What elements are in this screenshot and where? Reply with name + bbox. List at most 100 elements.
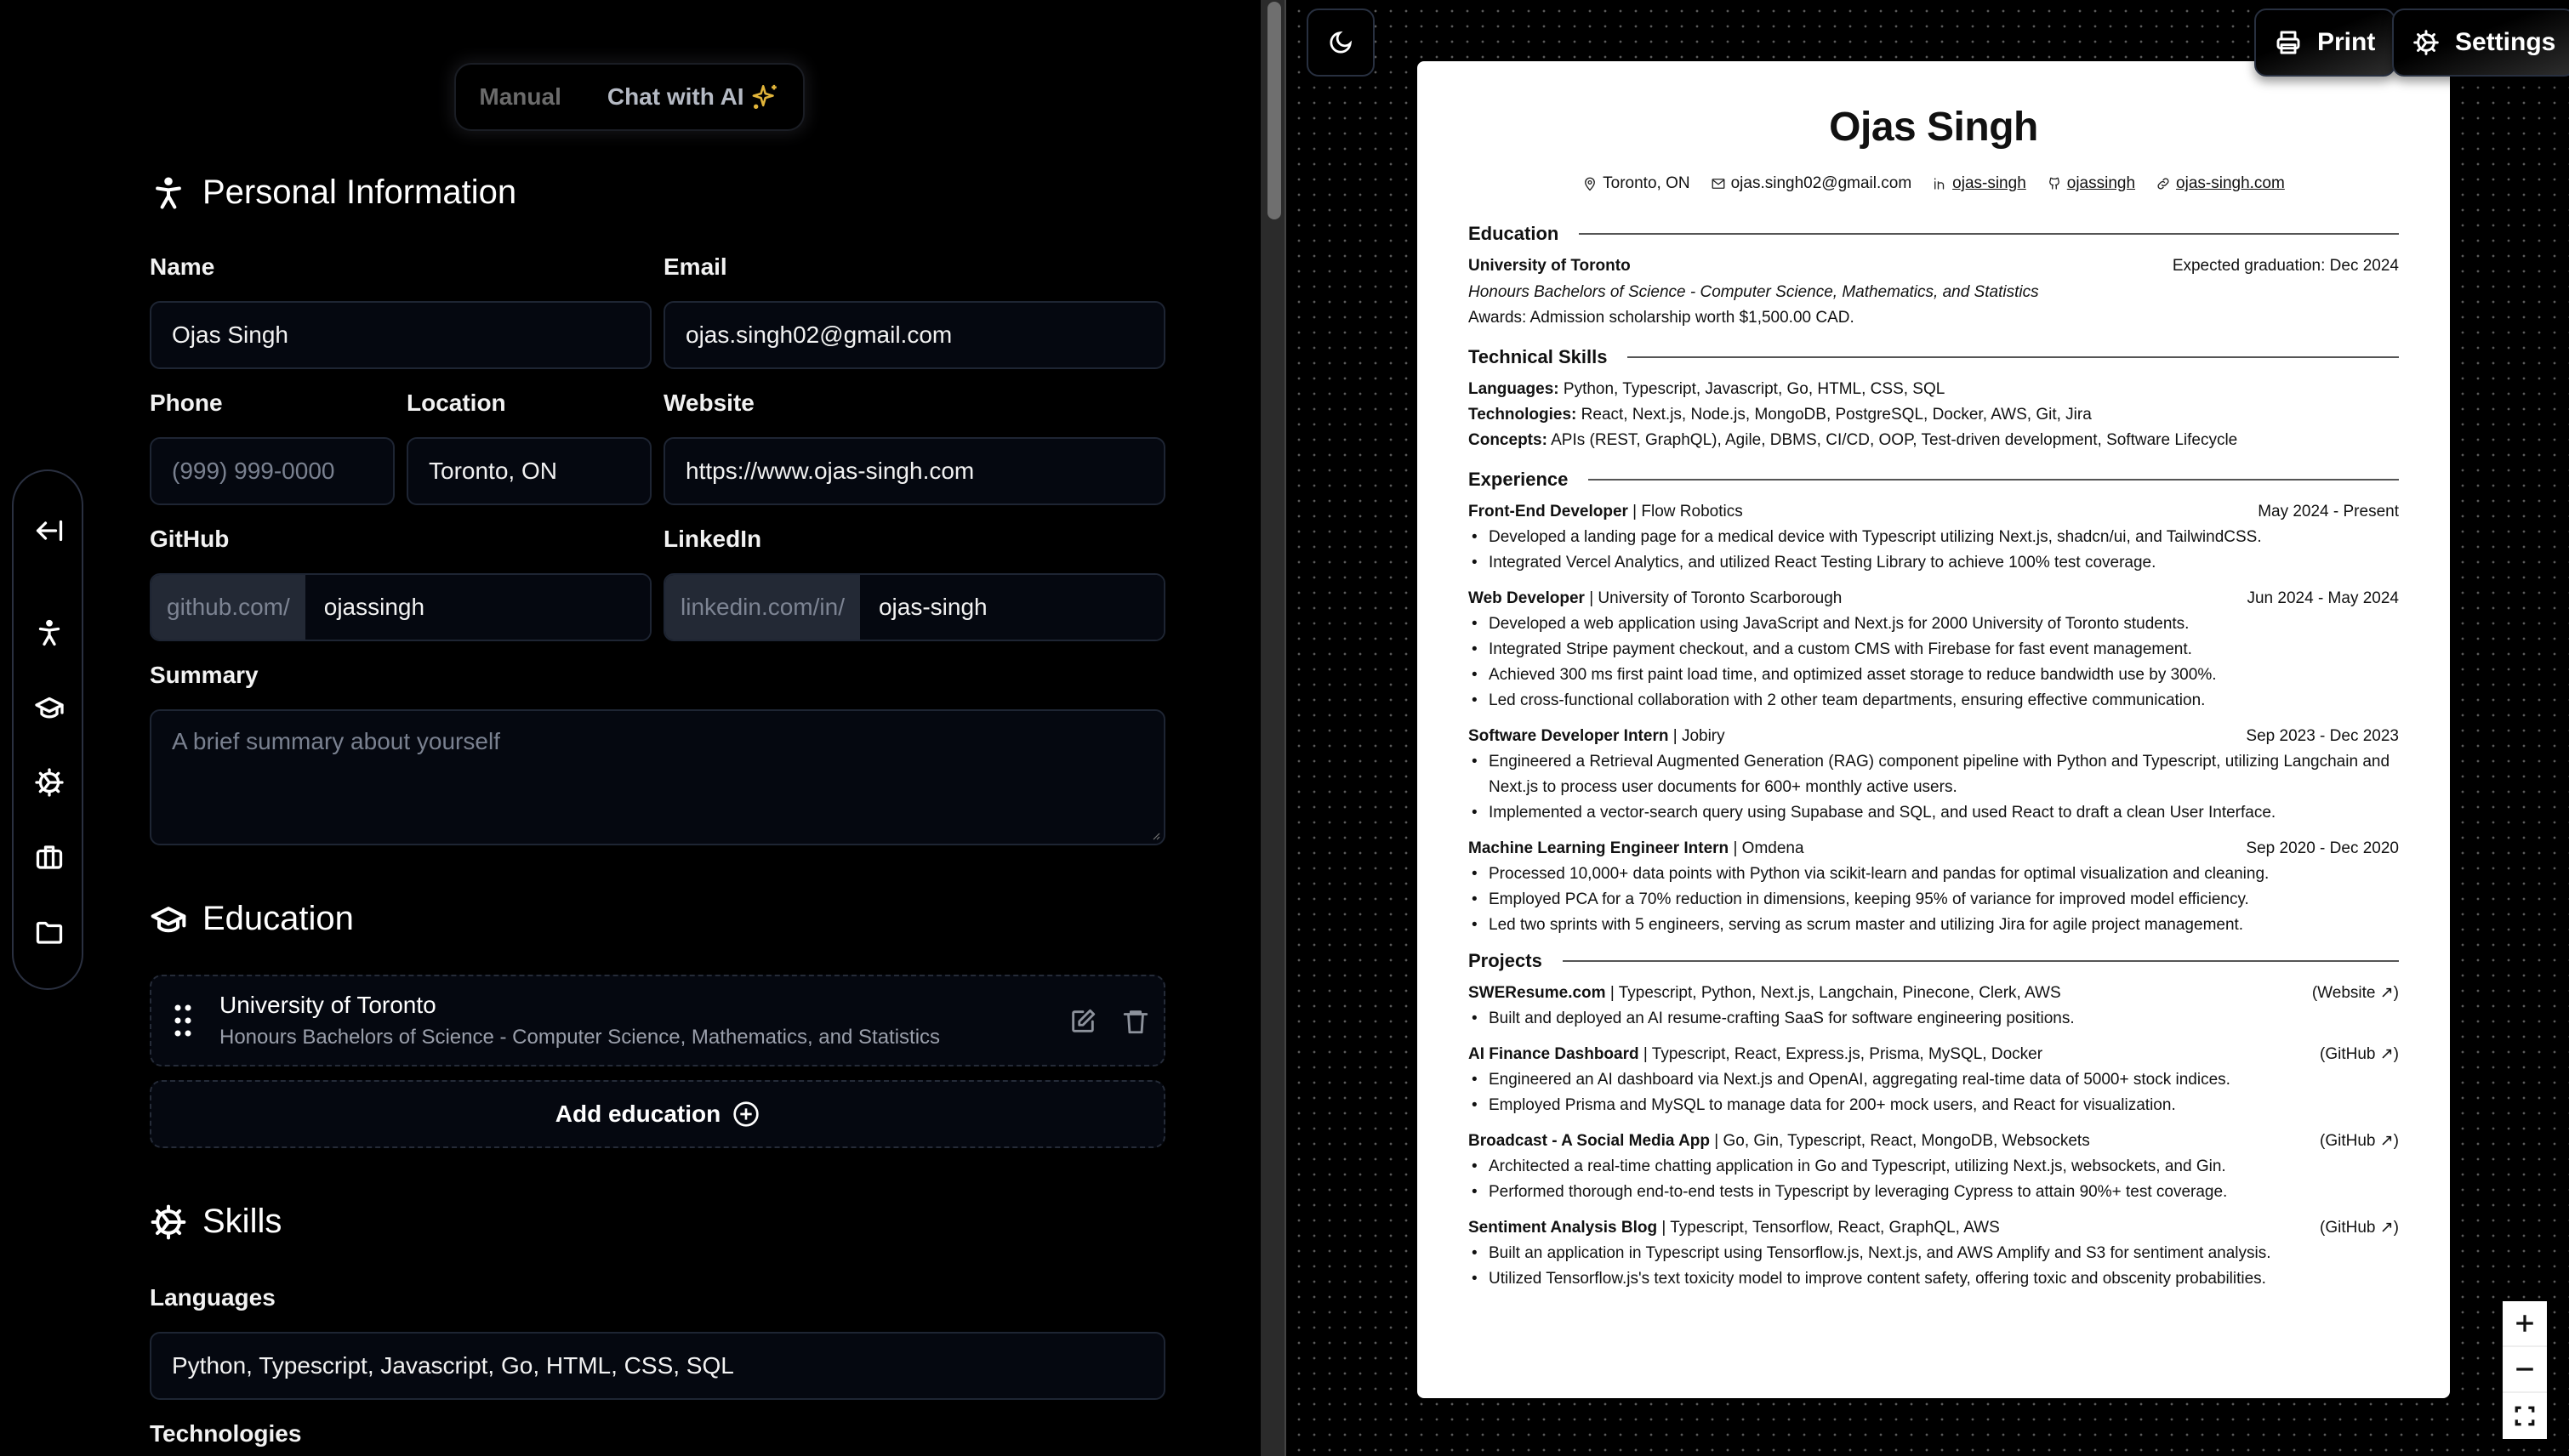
rail-skills-button[interactable] [31, 764, 68, 801]
contact-website-text[interactable]: ojas-singh.com [2176, 174, 2285, 193]
resume-name: Ojas Singh [1829, 105, 2038, 150]
rail-education-button[interactable] [31, 689, 68, 726]
resume-project-stack: | Typescript, React, Express.js, Prisma,… [1638, 1045, 2043, 1063]
preview-panel: Print Settings Ojas Singh Toronto, ON oj… [1286, 0, 2569, 1456]
name-field[interactable]: Ojas Singh [150, 301, 652, 369]
drag-handle-icon[interactable] [174, 1004, 192, 1038]
mode-chat-ai-tab[interactable]: Chat with AI [607, 82, 780, 111]
github-value[interactable]: ojassingh [305, 575, 650, 640]
resume-project-name: SWEResume.com [1468, 984, 1606, 1002]
zoom-in-button[interactable] [2503, 1301, 2547, 1347]
resume-job-date: Jun 2024 - May 2024 [2247, 589, 2399, 607]
section-rule [1588, 479, 2399, 481]
moon-icon [1330, 31, 1353, 54]
contact-location: Toronto, ON [1582, 174, 1690, 193]
name-label: Name [150, 253, 215, 280]
gear-icon [2413, 30, 2439, 55]
linkedin-value[interactable]: ojas-singh [859, 575, 1164, 640]
website-field[interactable]: https://www.ojas-singh.com [664, 437, 1165, 505]
resume-education-row: University of Toronto Expected graduatio… [1468, 253, 2399, 279]
resume-project-link[interactable]: (GitHub ↗) [2320, 1129, 2399, 1154]
phone-field[interactable]: (999) 999-0000 [150, 437, 395, 505]
mode-manual-tab[interactable]: Manual [479, 83, 561, 111]
resume-bullet: Employed Prisma and MySQL to manage data… [1468, 1093, 2399, 1118]
resume-skill-label: Languages: [1468, 380, 1559, 398]
resume-bullets: Architected a real-time chatting applica… [1468, 1154, 2399, 1205]
location-field[interactable]: Toronto, ON [407, 437, 652, 505]
contact-email[interactable]: ojas.singh02@gmail.com [1711, 174, 1911, 193]
resume-bullets: Built and deployed an AI resume-crafting… [1468, 1006, 2399, 1032]
resume-skill-value: APIs (REST, GraphQL), Agile, DBMS, CI/CD… [1547, 431, 2238, 449]
summary-textarea[interactable]: A brief summary about yourself [150, 709, 1165, 845]
print-label: Print [2317, 28, 2376, 56]
resume-school: University of Toronto [1468, 257, 1631, 275]
rail-experience-button[interactable] [31, 839, 68, 876]
print-button[interactable]: Print [2254, 9, 2396, 77]
education-item[interactable]: University of Toronto Honours Bachelors … [150, 975, 1165, 1066]
linkedin-field[interactable]: linkedin.com/in/ ojas-singh [664, 573, 1165, 641]
rail-personal-button[interactable] [31, 614, 68, 651]
editor-scroll-thumb[interactable] [1267, 2, 1281, 219]
map-pin-icon [1585, 177, 1596, 191]
collapse-sidebar-button[interactable] [31, 512, 68, 549]
resume-skills-list: Languages: Python, Typescript, Javascrip… [1468, 377, 2399, 453]
resume-project-title: SWEResume.com | Typescript, Python, Next… [1468, 981, 2061, 1006]
contact-github[interactable]: ojassingh [2047, 174, 2135, 193]
plus-circle-icon [733, 1101, 759, 1127]
section-rule [1562, 960, 2399, 962]
resume-bullet: Developed a web application using JavaSc… [1468, 611, 2399, 637]
resume-project-link[interactable]: (GitHub ↗) [2320, 1042, 2399, 1067]
resume-project-link[interactable]: (GitHub ↗) [2320, 1215, 2399, 1241]
printer-icon [2276, 31, 2300, 54]
resume-job-date: Sep 2023 - Dec 2023 [2246, 727, 2399, 745]
resume-bullet: Employed PCA for a 70% reduction in dime… [1468, 887, 2399, 913]
resume-project-stack: | Go, Gin, Typescript, React, MongoDB, W… [1710, 1132, 2090, 1150]
resume-bullet: Integrated Stripe payment checkout, and … [1468, 637, 2399, 663]
resume-skill-label: Technologies: [1468, 406, 1577, 424]
delete-education-button[interactable] [1121, 1007, 1150, 1036]
resume-job-date: May 2024 - Present [2258, 503, 2399, 520]
resume-bullet: Processed 10,000+ data points with Pytho… [1468, 862, 2399, 887]
resume-company: | Omdena [1729, 839, 1804, 857]
resume-job-title: Front-End Developer [1468, 503, 1628, 520]
editor-scrollbar[interactable] [1261, 0, 1286, 1456]
theme-toggle-button[interactable] [1307, 9, 1375, 77]
resume-bullet: Engineered an AI dashboard via Next.js a… [1468, 1067, 2399, 1093]
person-icon [156, 176, 181, 209]
settings-button[interactable]: Settings [2392, 9, 2569, 77]
resume-experience-entry: Front-End Developer | Flow Robotics May 2… [1468, 499, 2399, 576]
resume-project-link[interactable]: (Website ↗) [2312, 981, 2399, 1006]
resume-job-title: Web Developer [1468, 589, 1585, 607]
github-icon [2048, 177, 2059, 190]
resume-experience-header: Web Developer | University of Toronto Sc… [1468, 586, 2399, 611]
resume-project-name: Sentiment Analysis Blog [1468, 1219, 1658, 1237]
contact-linkedin[interactable]: ojas-singh [1932, 174, 2026, 193]
resume-bullet: Engineered a Retrieval Augmented Generat… [1468, 749, 2399, 800]
resume-project-header: Broadcast - A Social Media App | Go, Gin… [1468, 1129, 2399, 1154]
resume-experience-entry: Software Developer Intern | Jobiry Sep 20… [1468, 724, 2399, 826]
github-field[interactable]: github.com/ ojassingh [150, 573, 652, 641]
contact-github-text[interactable]: ojassingh [2067, 174, 2135, 193]
resume-education-heading: Education [1468, 223, 2399, 245]
languages-field[interactable]: Python, Typescript, Javascript, Go, HTML… [150, 1332, 1165, 1400]
mode-toggle: Manual Chat with AI [454, 63, 805, 131]
resume-bullet: Integrated Vercel Analytics, and utilize… [1468, 550, 2399, 576]
linkedin-label: LinkedIn [664, 526, 762, 552]
resume-bullets: Processed 10,000+ data points with Pytho… [1468, 862, 2399, 938]
contact-website[interactable]: ojas-singh.com [2156, 174, 2285, 193]
zoom-out-button[interactable] [2503, 1347, 2547, 1393]
resume-project-name: AI Finance Dashboard [1468, 1045, 1639, 1063]
github-label: GitHub [150, 526, 230, 552]
resume-bullet: Built an application in Typescript using… [1468, 1241, 2399, 1266]
rail-projects-button[interactable] [31, 913, 68, 951]
resize-handle-icon[interactable] [1150, 830, 1160, 840]
resume-projects-list: SWEResume.com | Typescript, Python, Next… [1468, 981, 2399, 1292]
fit-view-button[interactable] [2503, 1393, 2547, 1439]
edit-education-button[interactable] [1068, 1007, 1097, 1036]
contact-linkedin-text[interactable]: ojas-singh [1952, 174, 2026, 193]
email-field[interactable]: ojas.singh02@gmail.com [664, 301, 1165, 369]
add-education-button[interactable]: Add education [150, 1080, 1165, 1148]
website-label: Website [664, 390, 755, 416]
resume-page: Ojas Singh Toronto, ON ojas.singh02@gmai… [1417, 61, 2450, 1398]
gear-icon [35, 768, 64, 797]
